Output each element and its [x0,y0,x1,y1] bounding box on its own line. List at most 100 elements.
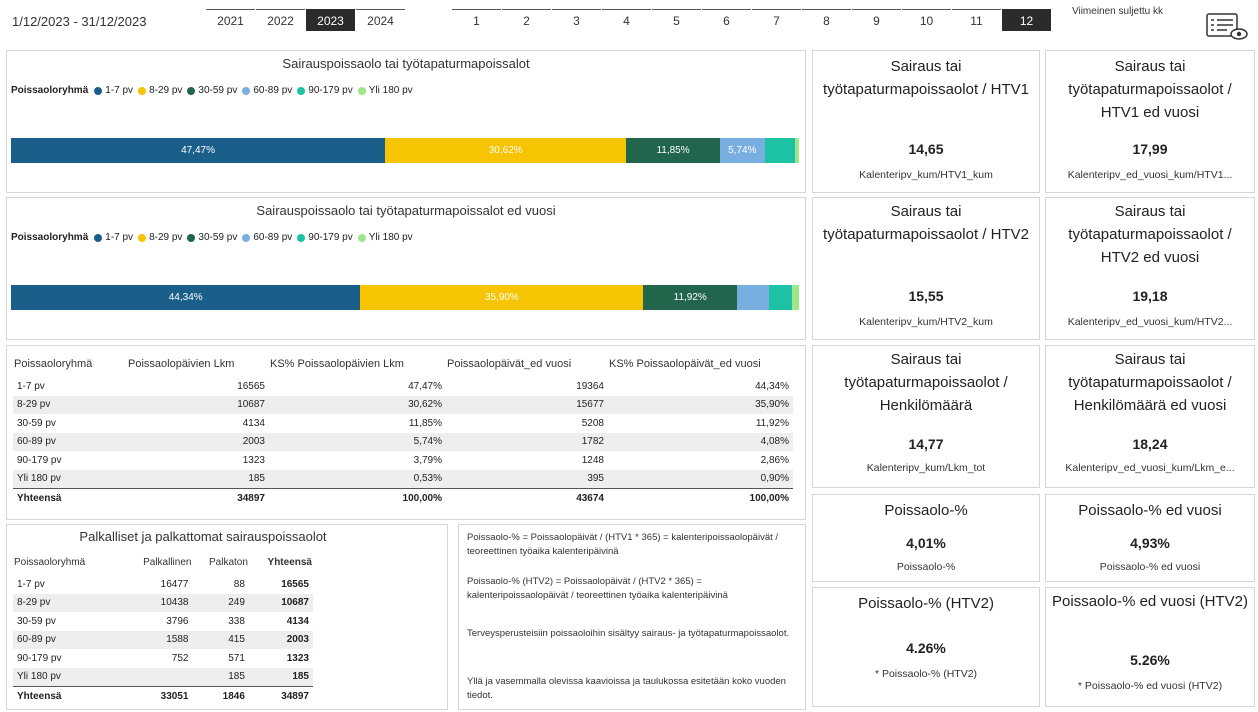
table-cell: 60-89 pv [13,432,127,451]
absence-table: Poissaoloryhmä Poissaolopäivien Lkm KS% … [13,351,793,508]
table-cell: 1588 [123,630,193,649]
year-option-2021[interactable]: 2021 [206,9,255,31]
table-row[interactable]: 30-59 pv 3796 338 4134 [13,612,313,631]
month-option-10[interactable]: 10 [902,9,951,31]
table-row[interactable]: 60-89 pv 2003 5,74% 1782 4,08% [13,432,793,451]
bar-segment-90-179-pv[interactable] [764,138,795,163]
table-row[interactable]: 60-89 pv 1588 415 2003 [13,630,313,649]
column-header[interactable]: Poissaoloryhmä [13,549,123,575]
month-option-4[interactable]: 4 [602,9,651,31]
absence-table-card: Poissaoloryhmä Poissaolopäivien Lkm KS% … [6,345,806,520]
month-option-11[interactable]: 11 [952,9,1001,31]
bar-segment-60-89-pv[interactable] [737,285,770,310]
table-cell: 395 [446,469,608,489]
kpi-title: Poissaolo-% ed vuosi [1078,502,1222,519]
table-cell: 10687 [127,395,269,414]
legend-item: 1-7 pv [94,85,133,96]
year-option-2023[interactable]: 2023 [306,9,355,31]
column-header[interactable]: Yhteensä [249,549,313,575]
bar-segment-yli-180-pv[interactable] [791,285,799,310]
table-cell: 3,79% [413,454,442,466]
report-view-icon[interactable] [1205,12,1249,42]
table-cell: 249 [192,593,249,612]
column-header[interactable]: Palkaton [192,549,248,575]
month-option-7[interactable]: 7 [752,9,801,31]
table-cell: 185 [248,667,313,687]
kpi-title: Sairaus tai työtapaturmapoissaolot / HTV… [823,58,1029,98]
table-row[interactable]: Yli 180 pv 185 0,53% 395 0,90% [13,469,793,489]
paid-unpaid-table: Poissaoloryhmä Palkallinen Palkaton Yhte… [13,549,313,706]
table-cell: 34897 [127,488,269,508]
paid-unpaid-card: Palkalliset ja palkattomat sairauspoissa… [6,524,448,710]
kpi-subtitle: Kalenteripv_kum/Lkm_tot [866,462,986,474]
table-cell: 34897 [248,686,313,706]
bar-segment-1-7-pv[interactable]: 44,34% [11,285,361,310]
year-option-2022[interactable]: 2022 [256,9,305,31]
table-cell: 11,85% [408,417,442,429]
kpi-title: Sairaus tai työtapaturmapoissaolot / Hen… [1068,351,1232,414]
table-row[interactable]: 1-7 pv 16477 88 16565 [13,575,313,594]
month-option-12[interactable]: 12 [1002,9,1051,31]
table-cell: 338 [228,615,245,627]
table-cell: 19364 [576,380,604,392]
column-header[interactable]: KS% Poissaolopäivät_ed vuosi [608,351,793,377]
bar-segment-8-29-pv[interactable]: 35,90% [360,285,644,310]
table-cell: 185 [192,667,249,687]
column-header[interactable]: KS% Poissaolopäivien Lkm [269,351,446,377]
table-cell: 30-59 pv [17,417,56,429]
column-header[interactable]: Palkallinen [123,549,192,575]
bar-data-label: 11,85% [656,145,690,156]
year-option-2024[interactable]: 2024 [356,9,405,31]
table-row[interactable]: 30-59 pv 4134 11,85% 5208 11,92% [13,414,793,433]
kpi-card-headcount-prev: Sairaus tai työtapaturmapoissaolot / Hen… [1045,345,1255,488]
month-option-3[interactable]: 3 [552,9,601,31]
bar-segment-1-7-pv[interactable]: 47,47% [11,138,386,163]
table-cell: 185 [127,469,269,489]
month-option-6[interactable]: 6 [702,9,751,31]
paid-unpaid-title: Palkalliset ja palkattomat sairauspoissa… [79,529,327,544]
kpi-subtitle: Poissaolo-% [896,561,956,573]
bar-segment-8-29-pv[interactable]: 30,62% [385,138,627,163]
table-cell: 571 [228,652,245,664]
table-row[interactable]: 90-179 pv 752 571 1323 [13,649,313,668]
column-header[interactable]: Poissaoloryhmä [13,351,127,377]
bar-segment-30-59-pv[interactable]: 11,92% [643,285,738,310]
bar-segment-90-179-pv[interactable] [769,285,792,310]
kpi-value: 19,18 [1132,288,1168,304]
kpi-card-absence-pct-htv2-prev: Poissaolo-% ed vuosi (HTV2) 5.26% * Pois… [1045,587,1255,707]
bar-segment-yli-180-pv[interactable] [794,138,799,163]
month-option-8[interactable]: 8 [802,9,851,31]
kpi-subtitle: * Poissaolo-% ed vuosi (HTV2) [1077,680,1223,692]
month-option-5[interactable]: 5 [652,9,701,31]
column-header[interactable]: Poissaolopäivät_ed vuosi [446,351,608,377]
table-cell: 16565 [281,578,309,590]
table-cell: 10687 [248,593,313,612]
bar-segment-30-59-pv[interactable]: 11,85% [626,138,720,163]
table-row[interactable]: 8-29 pv 10687 30,62% 15677 35,90% [13,395,793,414]
column-header[interactable]: Poissaolopäivien Lkm [127,351,269,377]
table-cell: 43674 [446,488,608,508]
table-row[interactable]: 90-179 pv 1323 3,79% 1248 2,86% [13,451,793,470]
table-cell: 90-179 pv [17,454,62,466]
table-cell: 8-29 pv [13,593,123,612]
table-cell: 100,00% [608,488,793,508]
table-cell: 0,53% [269,469,446,489]
table-row[interactable]: 1-7 pv 16565 47,47% 19364 44,34% [13,377,793,396]
month-option-2[interactable]: 2 [502,9,551,31]
table-cell: 60-89 pv [13,630,123,649]
table-cell: 1-7 pv [17,380,45,392]
table-cell [123,667,193,687]
legend-item: 60-89 pv [242,232,292,243]
kpi-subtitle: Kalenteripv_ed_vuosi_kum/HTV1... [1067,169,1233,181]
table-cell: 3796 [166,615,189,627]
legend-item: 90-179 pv [297,85,353,96]
table-row[interactable]: Yli 180 pv 185 185 [13,667,313,687]
kpi-card-htv1-prev: Sairaus tai työtapaturmapoissaolot / HTV… [1045,50,1255,193]
month-option-9[interactable]: 9 [852,9,901,31]
table-row[interactable]: 8-29 pv 10438 249 10687 [13,593,313,612]
legend-item: 8-29 pv [138,232,182,243]
month-option-1[interactable]: 1 [452,9,501,31]
bar-segment-60-89-pv[interactable]: 5,74% [719,138,765,163]
kpi-card-htv2: Sairaus tai työtapaturmapoissaolot / HTV… [812,197,1040,340]
kpi-card-htv1: Sairaus tai työtapaturmapoissaolot / HTV… [812,50,1040,193]
